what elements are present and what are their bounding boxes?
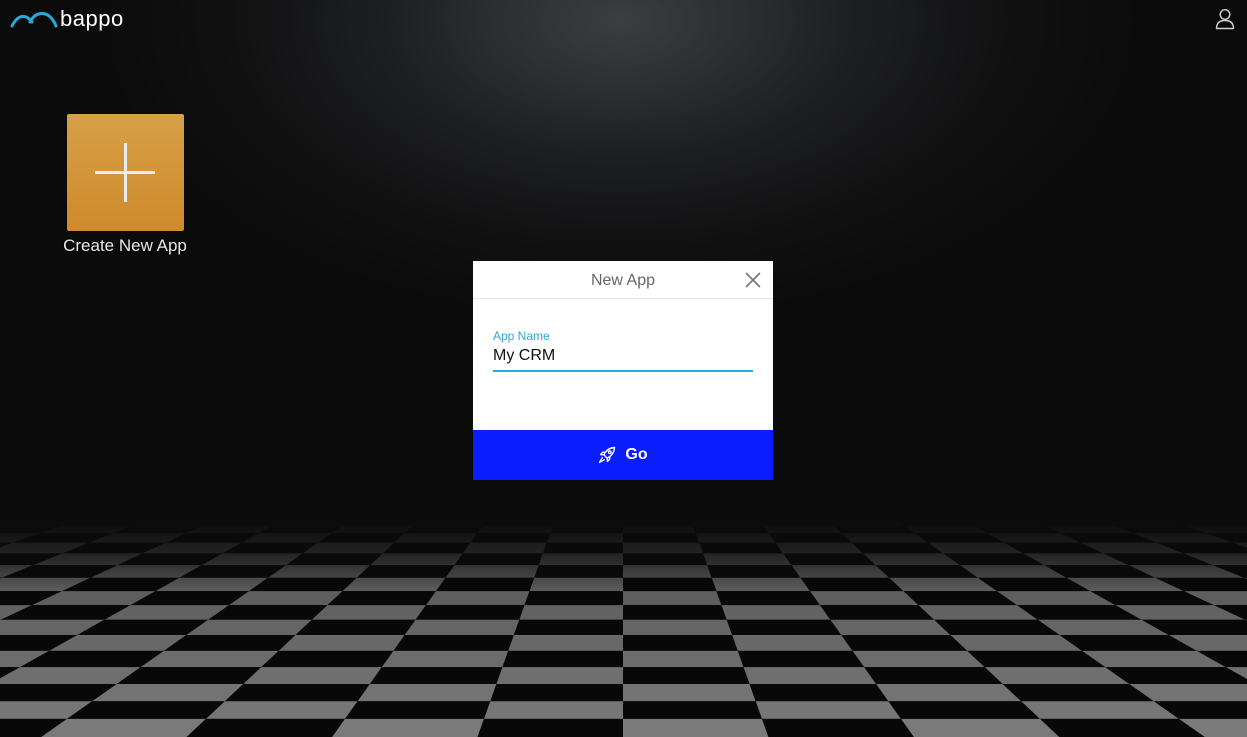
floor-tile — [852, 650, 985, 668]
floor-tile — [513, 619, 623, 636]
floor-tile — [732, 635, 853, 651]
floor-tile — [950, 635, 1083, 651]
floor-tile — [404, 619, 520, 636]
floor-tile — [208, 605, 328, 620]
dialog-body: App Name — [473, 299, 773, 411]
floor-tile — [1002, 683, 1154, 702]
floor-tile — [0, 667, 141, 684]
floor-tile — [357, 683, 497, 702]
floor-tile — [381, 650, 509, 668]
floor-tile — [477, 718, 623, 737]
floor-tile — [762, 718, 914, 737]
floor-tile — [116, 667, 262, 684]
floor-tile — [66, 701, 225, 719]
floor-tile — [623, 701, 763, 719]
floor-tile — [393, 635, 514, 651]
floor-tile — [1105, 667, 1247, 684]
floor-tile — [755, 701, 902, 719]
floor-tile — [186, 619, 312, 636]
floor-tile — [415, 605, 525, 620]
floor-tile — [278, 635, 405, 651]
floor-tile — [502, 650, 623, 668]
floor-tile — [623, 667, 750, 684]
floor-tile — [140, 650, 279, 668]
floor-tile — [737, 650, 865, 668]
floor-tile — [623, 591, 722, 606]
floor-tile — [261, 650, 394, 668]
floor-tile — [726, 619, 842, 636]
floor-tile — [524, 591, 623, 606]
floor-tile — [623, 718, 769, 737]
go-button[interactable]: Go — [473, 430, 773, 480]
floor-tile — [888, 701, 1041, 719]
floor-tile — [229, 591, 343, 606]
floor-tile — [623, 605, 727, 620]
new-app-dialog: New App App Name Go — [473, 261, 773, 480]
floor-tile — [311, 605, 427, 620]
floor-tile — [967, 650, 1106, 668]
floor-tile — [344, 701, 491, 719]
floor-tile — [490, 683, 623, 702]
top-bar: bappo — [0, 0, 1247, 40]
floor-tile — [623, 683, 756, 702]
user-icon[interactable] — [1215, 8, 1235, 30]
dialog-title: New App — [590, 272, 656, 289]
floor-tile — [721, 605, 831, 620]
floor-tile — [830, 619, 951, 636]
go-button-label: Go — [625, 446, 648, 463]
app-name-input[interactable] — [493, 344, 753, 372]
floor-tile — [876, 683, 1022, 702]
bappo-arc-logo-icon — [10, 12, 58, 28]
floor-tile — [332, 718, 484, 737]
floor-tile — [369, 667, 503, 684]
brand-name: bappo — [60, 6, 124, 31]
floor-tile — [426, 591, 530, 606]
checkered-floor-background — [0, 520, 1247, 737]
floor-tile — [743, 667, 877, 684]
floor-tile — [163, 635, 296, 651]
floor-tile — [984, 667, 1130, 684]
floor-tile — [864, 667, 1003, 684]
create-new-app-label: Create New App — [63, 236, 187, 255]
create-new-app-button[interactable] — [66, 114, 184, 231]
floor-tile — [224, 683, 370, 702]
floor-tile — [1021, 701, 1180, 719]
floor-tile — [716, 591, 820, 606]
floor-tile — [623, 619, 733, 636]
floor-tile — [819, 605, 935, 620]
floor-tile — [623, 650, 744, 668]
brand-logo[interactable]: bappo — [10, 6, 124, 32]
floor-tile — [41, 718, 206, 737]
app-name-label: App Name — [493, 329, 550, 343]
floor-tile — [92, 683, 244, 702]
floor-tile — [496, 667, 623, 684]
rocket-icon — [599, 446, 616, 464]
floor-tile — [749, 683, 889, 702]
floor-tile — [508, 635, 623, 651]
floor-tile — [934, 619, 1060, 636]
create-new-app-tile[interactable]: Create New App — [55, 114, 195, 256]
floor-tile — [205, 701, 358, 719]
floor-tile — [295, 619, 416, 636]
floor-tile — [1040, 718, 1205, 737]
plus-icon — [94, 143, 155, 202]
floor-tile — [841, 635, 968, 651]
floor-tile — [483, 701, 623, 719]
floor-tile — [901, 718, 1060, 737]
floor-tile — [519, 605, 623, 620]
floor-tile — [623, 635, 738, 651]
close-icon[interactable] — [743, 270, 763, 290]
dialog-header: New App — [473, 261, 773, 299]
floor-tile — [243, 667, 382, 684]
floor-tile — [327, 591, 437, 606]
floor-tile — [809, 591, 919, 606]
floor-tile — [903, 591, 1017, 606]
floor-tile — [186, 718, 345, 737]
floor-tile — [918, 605, 1038, 620]
